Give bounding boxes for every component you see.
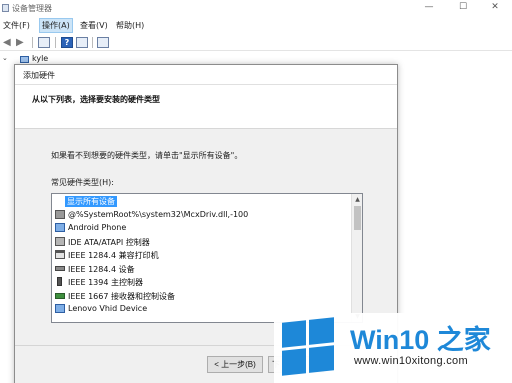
list-scrollbar[interactable]: ▲ ▼ (351, 194, 362, 322)
arrow-right-icon[interactable]: ▶ (16, 37, 28, 48)
list-item-label: IEEE 1667 接收器和控制设备 (68, 291, 175, 301)
port-icon (55, 265, 65, 271)
toolbar: ◀ ▶ ? (0, 34, 512, 51)
list-item-label: IEEE 1284.4 设备 (68, 264, 135, 274)
list-item-label: 显示所有设备 (65, 196, 117, 207)
toolbar-separator (32, 37, 33, 48)
list-item[interactable]: IEEE 1667 接收器和控制设备 (52, 289, 352, 303)
computer-icon (20, 56, 29, 63)
monitor-icon (55, 304, 65, 313)
monitor-icon (55, 223, 65, 232)
tree-root-label: kyle (32, 54, 49, 63)
toolbar-separator (55, 37, 56, 48)
menu-help[interactable]: 帮助(H) (116, 20, 144, 31)
maximize-button[interactable]: ☐ (456, 2, 470, 13)
list-item-label: IEEE 1394 主控制器 (68, 278, 143, 287)
watermark-title: Win10 之家 (350, 325, 491, 355)
list-item-label: IEEE 1284.4 兼容打印机 (68, 251, 159, 260)
menu-file[interactable]: 文件(F) (3, 20, 30, 31)
list-item[interactable]: IEEE 1284.4 设备 (52, 262, 352, 276)
screen: 设备管理器 — ☐ ✕ 文件(F) 操作(A) 查看(V) 帮助(H) ◀ ▶ … (0, 0, 512, 383)
card-icon (55, 292, 65, 299)
menu-bar: 文件(F) 操作(A) 查看(V) 帮助(H) (0, 16, 512, 34)
details-icon[interactable] (76, 37, 88, 48)
list-item[interactable]: IEEE 1394 主控制器 (52, 275, 352, 289)
scroll-up-icon[interactable]: ▲ (352, 194, 362, 205)
watermark-url: www.win10xitong.com (354, 355, 468, 367)
list-item-label: @%SystemRoot%\system32\McxDriv.dll,-100 (68, 209, 249, 219)
device-manager-icon (2, 4, 9, 12)
hint-text: 如果看不到想要的硬件类型，请单击"显示所有设备"。 (51, 151, 243, 160)
scrollbar-thumb[interactable] (354, 206, 361, 230)
dialog-header: 从以下列表，选择要安装的硬件类型 (15, 85, 397, 129)
list-item[interactable]: @%SystemRoot%\system32\McxDriv.dll,-100 (52, 208, 352, 222)
dialog-heading: 从以下列表，选择要安装的硬件类型 (32, 95, 160, 104)
window-title: 设备管理器 (12, 4, 52, 13)
list-item[interactable]: 显示所有设备 (52, 194, 352, 208)
menu-action[interactable]: 操作(A) (39, 18, 73, 33)
list-item-label: Lenovo Vhid Device (68, 304, 148, 313)
hardware-list-label: 常见硬件类型(H): (51, 178, 114, 187)
list-item-label: IDE ATA/ATAPI 控制器 (68, 237, 150, 247)
hardware-type-list[interactable]: 显示所有设备 @%SystemRoot%\system32\McxDriv.dl… (51, 193, 363, 323)
dialog-titlebar: 添加硬件 (15, 65, 397, 85)
windows-logo-icon (282, 317, 334, 377)
ide-controller-icon (55, 236, 65, 246)
list-item-label: Android Phone (68, 223, 127, 232)
toolbar-separator (92, 37, 93, 48)
close-button[interactable]: ✕ (488, 2, 502, 13)
list-item[interactable]: Android Phone (52, 221, 352, 235)
help-icon[interactable]: ? (61, 37, 73, 48)
watermark: Win10 之家 www.win10xitong.com (274, 313, 512, 383)
menu-view[interactable]: 查看(V) (80, 20, 108, 31)
dialog-title: 添加硬件 (23, 71, 55, 80)
device-manager-titlebar: 设备管理器 — ☐ ✕ (0, 0, 512, 16)
usb-icon (57, 277, 62, 286)
list-item[interactable]: IDE ATA/ATAPI 控制器 (52, 235, 352, 249)
minimize-button[interactable]: — (422, 2, 436, 13)
properties-icon[interactable] (38, 37, 50, 48)
arrow-left-icon[interactable]: ◀ (3, 37, 15, 48)
scan-hardware-icon[interactable] (97, 37, 109, 48)
list-item[interactable]: IEEE 1284.4 兼容打印机 (52, 248, 352, 262)
printer-icon (55, 250, 65, 259)
chevron-down-icon[interactable]: ⌄ (2, 54, 8, 62)
disk-icon (55, 209, 65, 219)
back-button[interactable]: < 上一步(B) (207, 356, 263, 373)
